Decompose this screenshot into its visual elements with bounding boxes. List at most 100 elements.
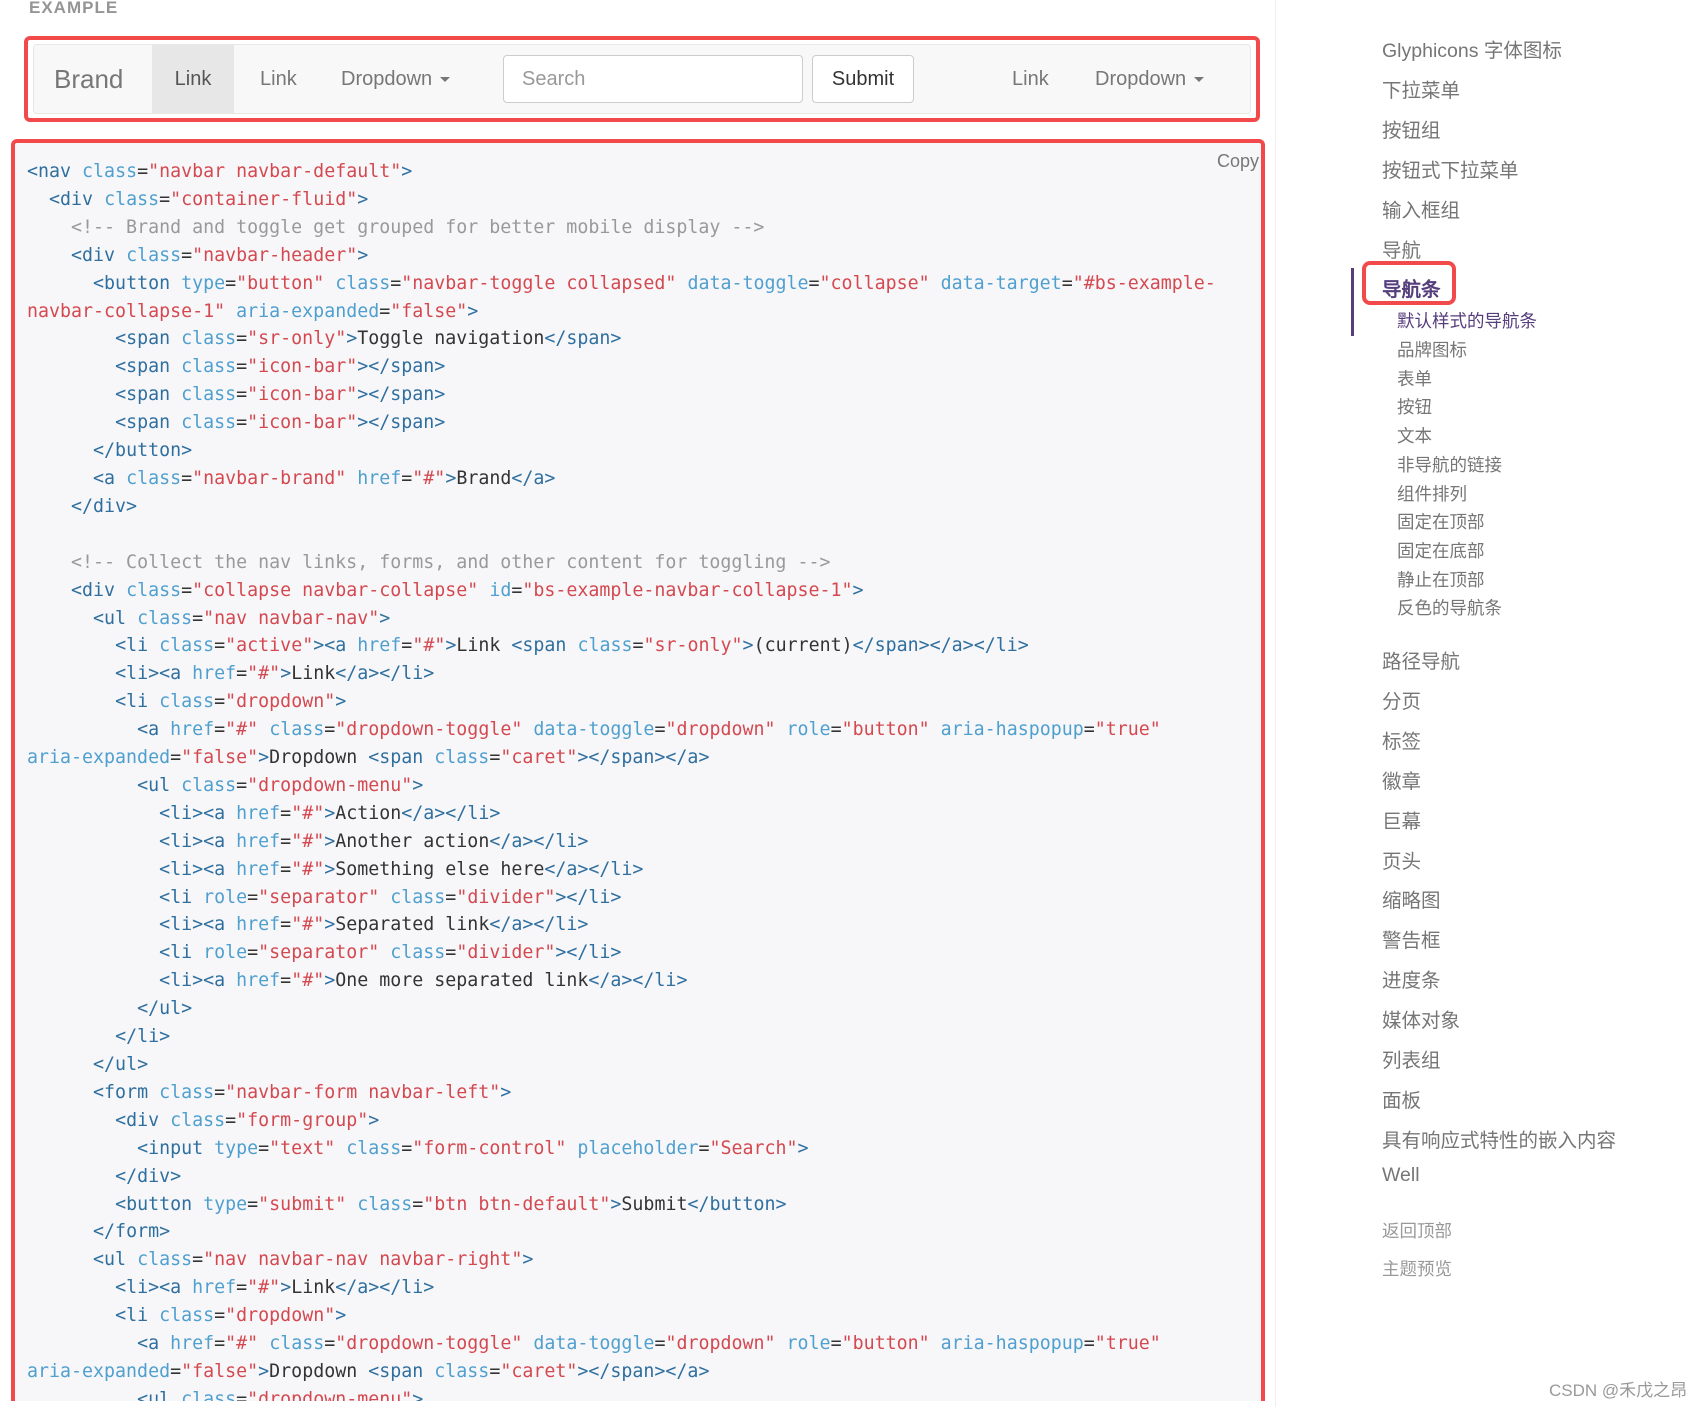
sidebar-item[interactable]: 页头 (1382, 845, 1421, 874)
search-input[interactable]: Search (503, 55, 803, 103)
sidebar-subitem[interactable]: 组件排列 (1397, 481, 1467, 506)
sidebar-item[interactable]: 警告框 (1382, 924, 1441, 953)
code-text: = (280, 802, 292, 824)
sidebar-item[interactable]: 面板 (1382, 1084, 1421, 1113)
code-tag: </div> (71, 495, 138, 517)
code-tag: <input (137, 1137, 204, 1159)
sidebar-subitem-active[interactable]: 默认样式的导航条 (1397, 308, 1537, 333)
sidebar-item[interactable]: 具有响应式特性的嵌入内容 (1382, 1124, 1616, 1153)
code-line: <li class="dropdown"> (27, 1302, 1216, 1330)
sidebar-item[interactable]: Glyphicons 字体图标 (1382, 34, 1562, 63)
code-text: Submit (621, 1193, 688, 1215)
sidebar-subitem[interactable]: 文本 (1397, 423, 1432, 448)
sidebar-subitem[interactable]: 表单 (1397, 366, 1432, 391)
nav-link-right[interactable]: Link (1012, 45, 1049, 113)
sidebar-item[interactable]: 分页 (1382, 685, 1421, 714)
code-text: = (181, 467, 193, 489)
sidebar-item[interactable]: 下拉菜单 (1382, 74, 1460, 103)
sidebar-item[interactable]: 导航 (1382, 234, 1421, 263)
code-line: <button type="button" class="navbar-togg… (27, 270, 1216, 298)
code-attr: class (137, 1249, 193, 1271)
code-tag: > (324, 830, 336, 852)
code-tag: <span (511, 635, 567, 657)
code-attr: id (489, 579, 512, 601)
csdn-watermark: CSDN @禾戊之昂 (1549, 1381, 1688, 1400)
code-tag: <a (137, 719, 160, 741)
code-tag: <ul (137, 1388, 171, 1401)
sidebar-item[interactable]: Well (1382, 1164, 1420, 1187)
sidebar-item-active[interactable]: 导航条 (1382, 273, 1441, 302)
sidebar-item[interactable]: 媒体对象 (1382, 1004, 1460, 1033)
sidebar-subitem[interactable]: 固定在底部 (1397, 538, 1485, 563)
sidebar-item[interactable]: 输入框组 (1382, 194, 1460, 223)
sidebar-item[interactable]: 进度条 (1382, 964, 1441, 993)
sidebar-item[interactable]: 路径导航 (1382, 645, 1460, 674)
back-to-top-link[interactable]: 返回顶部 (1382, 1218, 1452, 1243)
code-string: "text" (269, 1137, 336, 1159)
code-tag: > (522, 1249, 534, 1271)
code-attr: type (214, 1137, 259, 1159)
code-text: Toggle navigation (357, 328, 545, 350)
copy-button[interactable]: Copy (1217, 151, 1259, 172)
sidebar-subitem[interactable]: 品牌图标 (1397, 337, 1467, 362)
code-attr: class (346, 1137, 402, 1159)
code-string: "dropdown" (225, 691, 336, 713)
code-attr: href (236, 970, 281, 992)
code-tag: > (742, 635, 754, 657)
code-tag: <button (115, 1193, 193, 1215)
dropdown-left[interactable]: Dropdown (341, 45, 451, 113)
code-tag: > (258, 747, 270, 769)
code-tag: ></span> (357, 384, 446, 406)
sidebar-item[interactable]: 列表组 (1382, 1044, 1441, 1073)
code-tag: > (500, 1081, 512, 1103)
code-text: Something else here (335, 858, 545, 880)
code-text: = (236, 663, 248, 685)
code-text: = (489, 747, 501, 769)
code-text: = (214, 691, 226, 713)
code-text: = (390, 272, 402, 294)
sidebar-item[interactable]: 按钮式下拉菜单 (1382, 154, 1519, 183)
dropdown-right[interactable]: Dropdown (1095, 45, 1205, 113)
nav-link-active[interactable]: Link (152, 45, 234, 113)
code-string: "btn btn-default" (423, 1193, 611, 1215)
code-text: = (698, 1137, 710, 1159)
theme-preview-link[interactable]: 主题预览 (1382, 1256, 1452, 1281)
code-text: = (236, 412, 248, 434)
code-comment: <!-- Brand and toggle get grouped for be… (71, 216, 765, 238)
sidebar-item[interactable]: 巨幕 (1382, 805, 1421, 834)
code-text: = (214, 635, 226, 657)
code-string: "#" (291, 914, 325, 936)
code-tag: <li (159, 886, 193, 908)
code-tag: </a> (511, 467, 556, 489)
sidebar-subitem[interactable]: 反色的导航条 (1397, 595, 1502, 620)
code-line: </ul> (27, 995, 1216, 1023)
sidebar-item[interactable]: 标签 (1382, 725, 1421, 754)
sidebar-item[interactable]: 徽章 (1382, 765, 1421, 794)
sidebar-item[interactable]: 按钮组 (1382, 114, 1441, 143)
code-line: <li role="separator" class="divider"></l… (27, 884, 1216, 912)
navbar-brand-link[interactable]: Brand (54, 45, 123, 113)
submit-button[interactable]: Submit (812, 55, 914, 103)
code-tag: <ul (93, 1249, 127, 1271)
code-tag: <span (115, 412, 171, 434)
code-line: <ul class="nav navbar-nav navbar-right"> (27, 1246, 1216, 1274)
sidebar-subitem[interactable]: 按钮 (1397, 394, 1432, 419)
sidebar-subitem[interactable]: 静止在顶部 (1397, 567, 1485, 592)
sidebar-item[interactable]: 缩略图 (1382, 884, 1441, 913)
code-string: "sr-only" (247, 328, 347, 350)
code-tag: <div (49, 188, 94, 210)
sidebar-subitem[interactable]: 固定在顶部 (1397, 509, 1485, 534)
code-tag: > (445, 635, 457, 657)
code-attr: class (181, 1388, 237, 1401)
code-text: Link (291, 663, 336, 685)
code-tag: <li><a (115, 663, 182, 685)
nav-link[interactable]: Link (260, 45, 297, 113)
sidebar-subitem[interactable]: 非导航的链接 (1397, 452, 1502, 477)
